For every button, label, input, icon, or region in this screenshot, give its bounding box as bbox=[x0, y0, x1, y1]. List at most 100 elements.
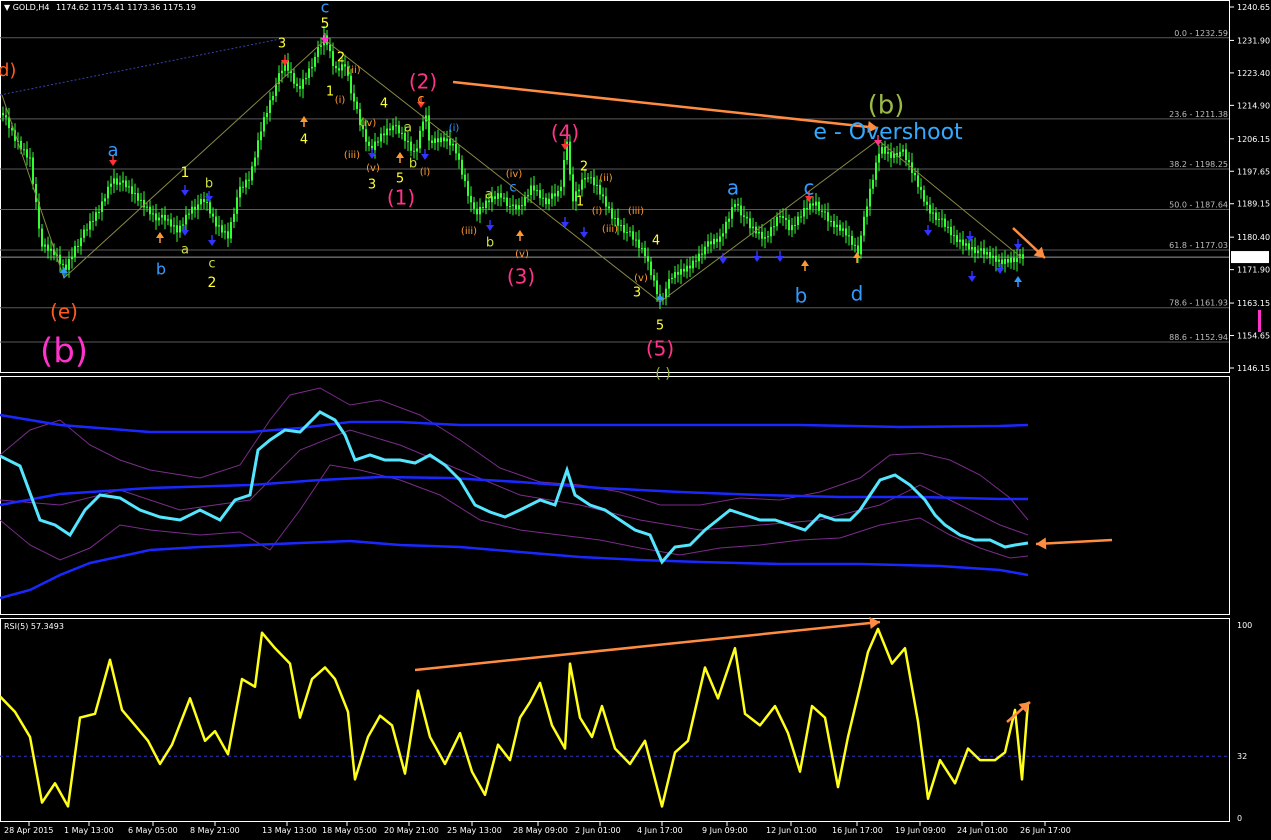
candle-body bbox=[224, 231, 226, 233]
candle-body bbox=[656, 280, 658, 295]
candle-body bbox=[116, 178, 118, 185]
wave-marker-arrow bbox=[486, 225, 494, 231]
candle-body bbox=[998, 259, 1000, 262]
candle-body bbox=[464, 174, 466, 182]
candle-body bbox=[176, 225, 178, 233]
candle-body bbox=[89, 221, 91, 230]
wave-label: (i) bbox=[449, 123, 460, 134]
wave-label: 5 bbox=[396, 172, 404, 187]
candle-body bbox=[332, 51, 334, 66]
wave-marker-arrow bbox=[181, 230, 189, 236]
candle-body bbox=[695, 260, 697, 262]
candle-body bbox=[758, 231, 760, 234]
candle-body bbox=[593, 177, 595, 186]
candle-body bbox=[635, 239, 637, 241]
wave-label: (iii) bbox=[461, 226, 477, 237]
candle-body bbox=[521, 205, 523, 207]
wave-label: (i) bbox=[420, 167, 431, 178]
fib-level-label: 78.6 - 1161.93 bbox=[1169, 299, 1228, 308]
rsi-divergence-arrow-shaft bbox=[414, 620, 881, 672]
wave-label: 5 bbox=[321, 16, 330, 32]
candle-body bbox=[626, 232, 628, 234]
wave-label: a bbox=[727, 176, 739, 200]
wave-marker-arrow bbox=[966, 236, 974, 242]
candle-body bbox=[473, 202, 475, 209]
wave-label: a bbox=[107, 140, 118, 161]
candle-body bbox=[992, 255, 994, 259]
candle-body bbox=[527, 195, 529, 197]
candle-body bbox=[977, 250, 979, 254]
candle-body bbox=[191, 206, 193, 214]
candle-body bbox=[926, 201, 928, 205]
candle-body bbox=[578, 189, 580, 192]
candle-body bbox=[794, 225, 796, 227]
candle-body bbox=[737, 204, 739, 206]
candle-body bbox=[959, 239, 961, 242]
candle-body bbox=[257, 140, 259, 158]
candle-body bbox=[677, 272, 679, 275]
chart-canvas[interactable]: 1240.65 1231.90 1223.40 1214.90 1206.15 1197.… bbox=[0, 0, 1271, 840]
price-tick-label: 1180.40 bbox=[1237, 233, 1270, 242]
candle-body bbox=[878, 153, 880, 163]
candle-body bbox=[800, 216, 802, 218]
candle-body bbox=[716, 238, 718, 242]
candle-body bbox=[1016, 258, 1018, 262]
candle-body bbox=[707, 241, 709, 247]
candle-body bbox=[455, 143, 457, 154]
wave-label: 2 bbox=[580, 160, 588, 175]
candle-body bbox=[356, 101, 358, 110]
rsi-series bbox=[0, 627, 1030, 808]
axis-marker bbox=[1258, 310, 1261, 332]
candle-body bbox=[557, 190, 559, 197]
candle-body bbox=[974, 247, 976, 254]
candle-body bbox=[590, 177, 592, 179]
wave-marker-arrow bbox=[853, 252, 861, 258]
candle-body bbox=[551, 193, 553, 199]
candle-body bbox=[245, 179, 247, 188]
candle-body bbox=[686, 265, 688, 272]
candle-body bbox=[269, 100, 271, 113]
candle-body bbox=[953, 235, 955, 237]
candle-body bbox=[497, 193, 499, 199]
candle-body bbox=[914, 173, 916, 176]
candle-body bbox=[572, 174, 574, 202]
wave-label: b bbox=[486, 236, 494, 251]
candle-body bbox=[875, 162, 877, 180]
rsi-tick-label: 0 bbox=[1237, 814, 1242, 823]
candle-body bbox=[944, 218, 946, 227]
time-tick-label: 28 Apr 2015 bbox=[4, 826, 53, 835]
fib-level-label: 23.6 - 1211.38 bbox=[1169, 110, 1228, 119]
wave-label: (i) bbox=[335, 95, 346, 106]
candle-body bbox=[746, 216, 748, 219]
candle-body bbox=[554, 193, 556, 197]
candle-body bbox=[2, 112, 4, 116]
candle-body bbox=[932, 212, 934, 214]
candle-body bbox=[803, 208, 805, 217]
candle-body bbox=[251, 166, 253, 181]
candle-body bbox=[446, 138, 448, 142]
candle-body bbox=[152, 213, 154, 215]
wave-label: 1 bbox=[576, 195, 584, 210]
oscillator-panel-frame bbox=[0, 376, 1230, 615]
candle-body bbox=[728, 218, 730, 222]
time-tick-label: 9 Jun 09:00 bbox=[702, 826, 748, 835]
candle-body bbox=[560, 186, 562, 191]
wave-label: (iv) bbox=[360, 118, 377, 129]
candle-body bbox=[1022, 254, 1024, 259]
candle-body bbox=[113, 178, 115, 184]
candle-body bbox=[11, 128, 13, 131]
candle-body bbox=[644, 247, 646, 257]
candle-body bbox=[428, 115, 430, 141]
candle-body bbox=[380, 133, 382, 142]
candle-body bbox=[419, 130, 421, 149]
wave-label: (iii) bbox=[344, 150, 360, 161]
candle-body bbox=[260, 131, 262, 141]
candle-body bbox=[788, 219, 790, 231]
candle-body bbox=[680, 268, 682, 275]
wave-label: 4 bbox=[380, 97, 388, 112]
candle-body bbox=[86, 229, 88, 231]
candle-body bbox=[203, 198, 205, 202]
candle-body bbox=[764, 237, 766, 239]
candle-body bbox=[818, 201, 820, 211]
candle-body bbox=[761, 231, 763, 239]
